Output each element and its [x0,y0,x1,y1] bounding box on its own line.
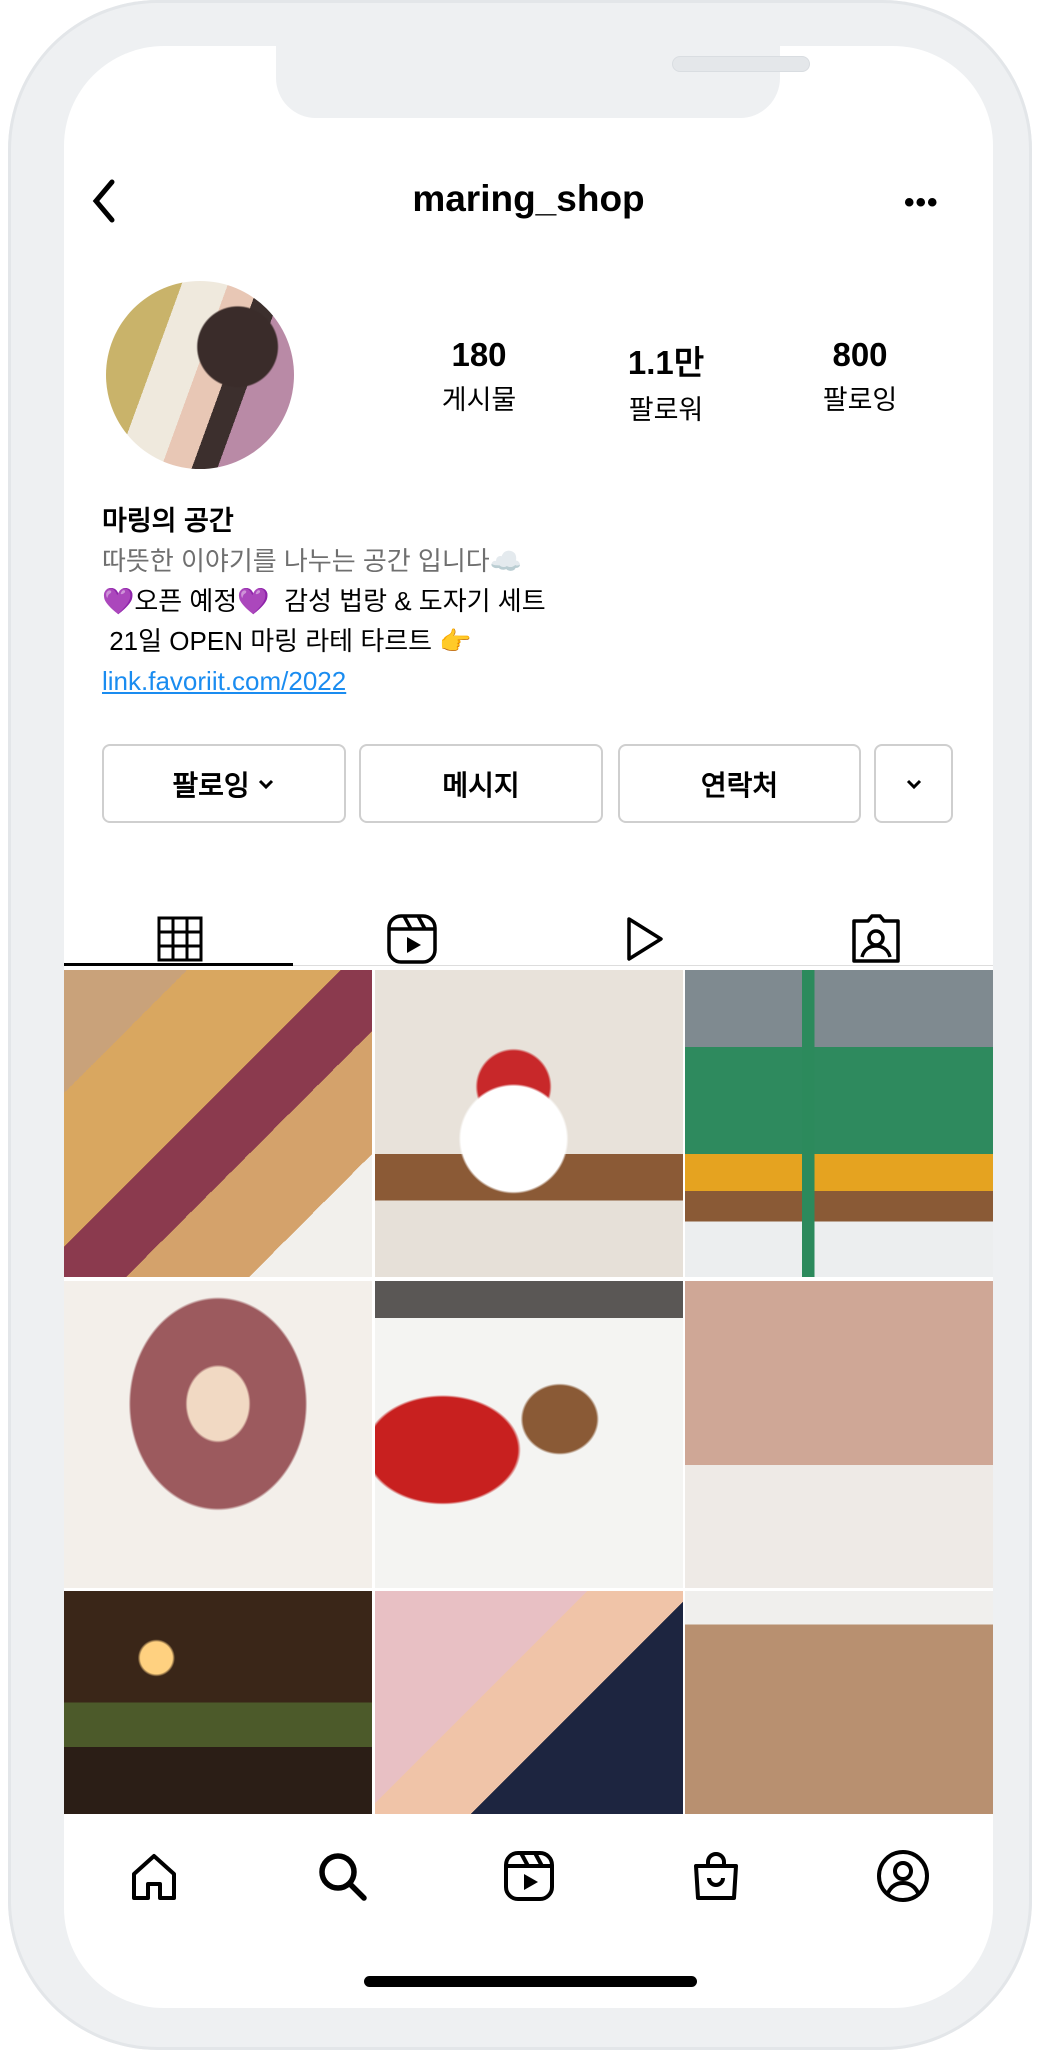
reels-icon[interactable] [499,1846,559,1906]
screen: maring_shop ••• 180 게시물 1.1만팔로워 800 팔로잉 마링… [64,46,993,2008]
bio-line: 따뜻한 이야기를 나누는 공간 입니다☁️ [102,546,523,576]
profile-name: 마링의 공간 [102,506,234,536]
post-thumbnail[interactable] [375,1281,683,1588]
post-thumbnail[interactable] [64,1281,372,1588]
more-options-icon[interactable]: ••• [904,186,939,220]
post-thumbnail[interactable] [685,1591,993,1814]
tab-reels[interactable] [296,914,528,964]
bio: 마링의 공간 따뜻한 이야기를 나누는 공간 입니다☁️ 💜오픈 예정💜 감성 … [102,501,546,701]
phone-frame: maring_shop ••• 180 게시물 1.1만팔로워 800 팔로잉 마링… [8,0,1032,2050]
stat-following[interactable]: 800 팔로잉 [780,336,940,417]
grid-icon [157,916,203,962]
following-button[interactable]: 팔로잉 [102,744,346,823]
post-thumbnail[interactable] [64,1591,372,1814]
following-label: 팔로잉 [172,769,250,801]
tab-videos[interactable] [528,914,760,964]
stat-followers[interactable]: 1.1만팔로워 [586,336,746,427]
contact-label: 연락처 [700,769,779,801]
post-thumbnail[interactable] [375,1591,683,1814]
tagged-icon [852,914,900,963]
page-title: maring_shop [412,178,645,219]
bio-link[interactable]: link.favoriit.com/2022 [102,666,346,696]
contact-button[interactable]: 연락처 [618,744,861,823]
posts-count: 180 [451,336,507,373]
speaker [672,56,810,72]
following-label: 팔로잉 [822,385,898,415]
avatar[interactable] [106,281,294,469]
chevron-down-icon [258,779,273,789]
video-icon [627,917,663,961]
shop-icon[interactable] [686,1846,746,1906]
reels-icon [387,914,437,964]
search-icon[interactable] [312,1846,372,1906]
message-label: 메시지 [442,769,520,801]
stat-posts[interactable]: 180 게시물 [399,336,559,417]
chevron-down-icon [906,779,921,789]
followers-count: 1.1만 [627,344,705,381]
profile-icon[interactable] [873,1846,933,1906]
message-button[interactable]: 메시지 [359,744,603,823]
bio-line: 21일 OPEN 마링 라테 타르트 👉 [102,626,472,656]
following-count: 800 [832,336,888,373]
suggested-dropdown-button[interactable] [874,744,953,823]
tab-tagged[interactable] [760,914,992,964]
followers-label: 팔로워 [628,395,704,425]
home-icon[interactable] [124,1846,184,1906]
post-thumbnail[interactable] [685,1281,993,1588]
post-thumbnail[interactable] [375,970,683,1277]
post-thumbnail[interactable] [64,970,372,1277]
bio-line: 💜오픈 예정💜 감성 법랑 & 도자기 세트 [102,586,546,616]
tab-grid[interactable] [64,914,296,964]
post-thumbnail[interactable] [685,970,993,1277]
home-indicator[interactable] [364,1976,697,1987]
notch [276,46,810,118]
posts-label: 게시물 [441,385,517,415]
active-tab-indicator [64,963,293,966]
